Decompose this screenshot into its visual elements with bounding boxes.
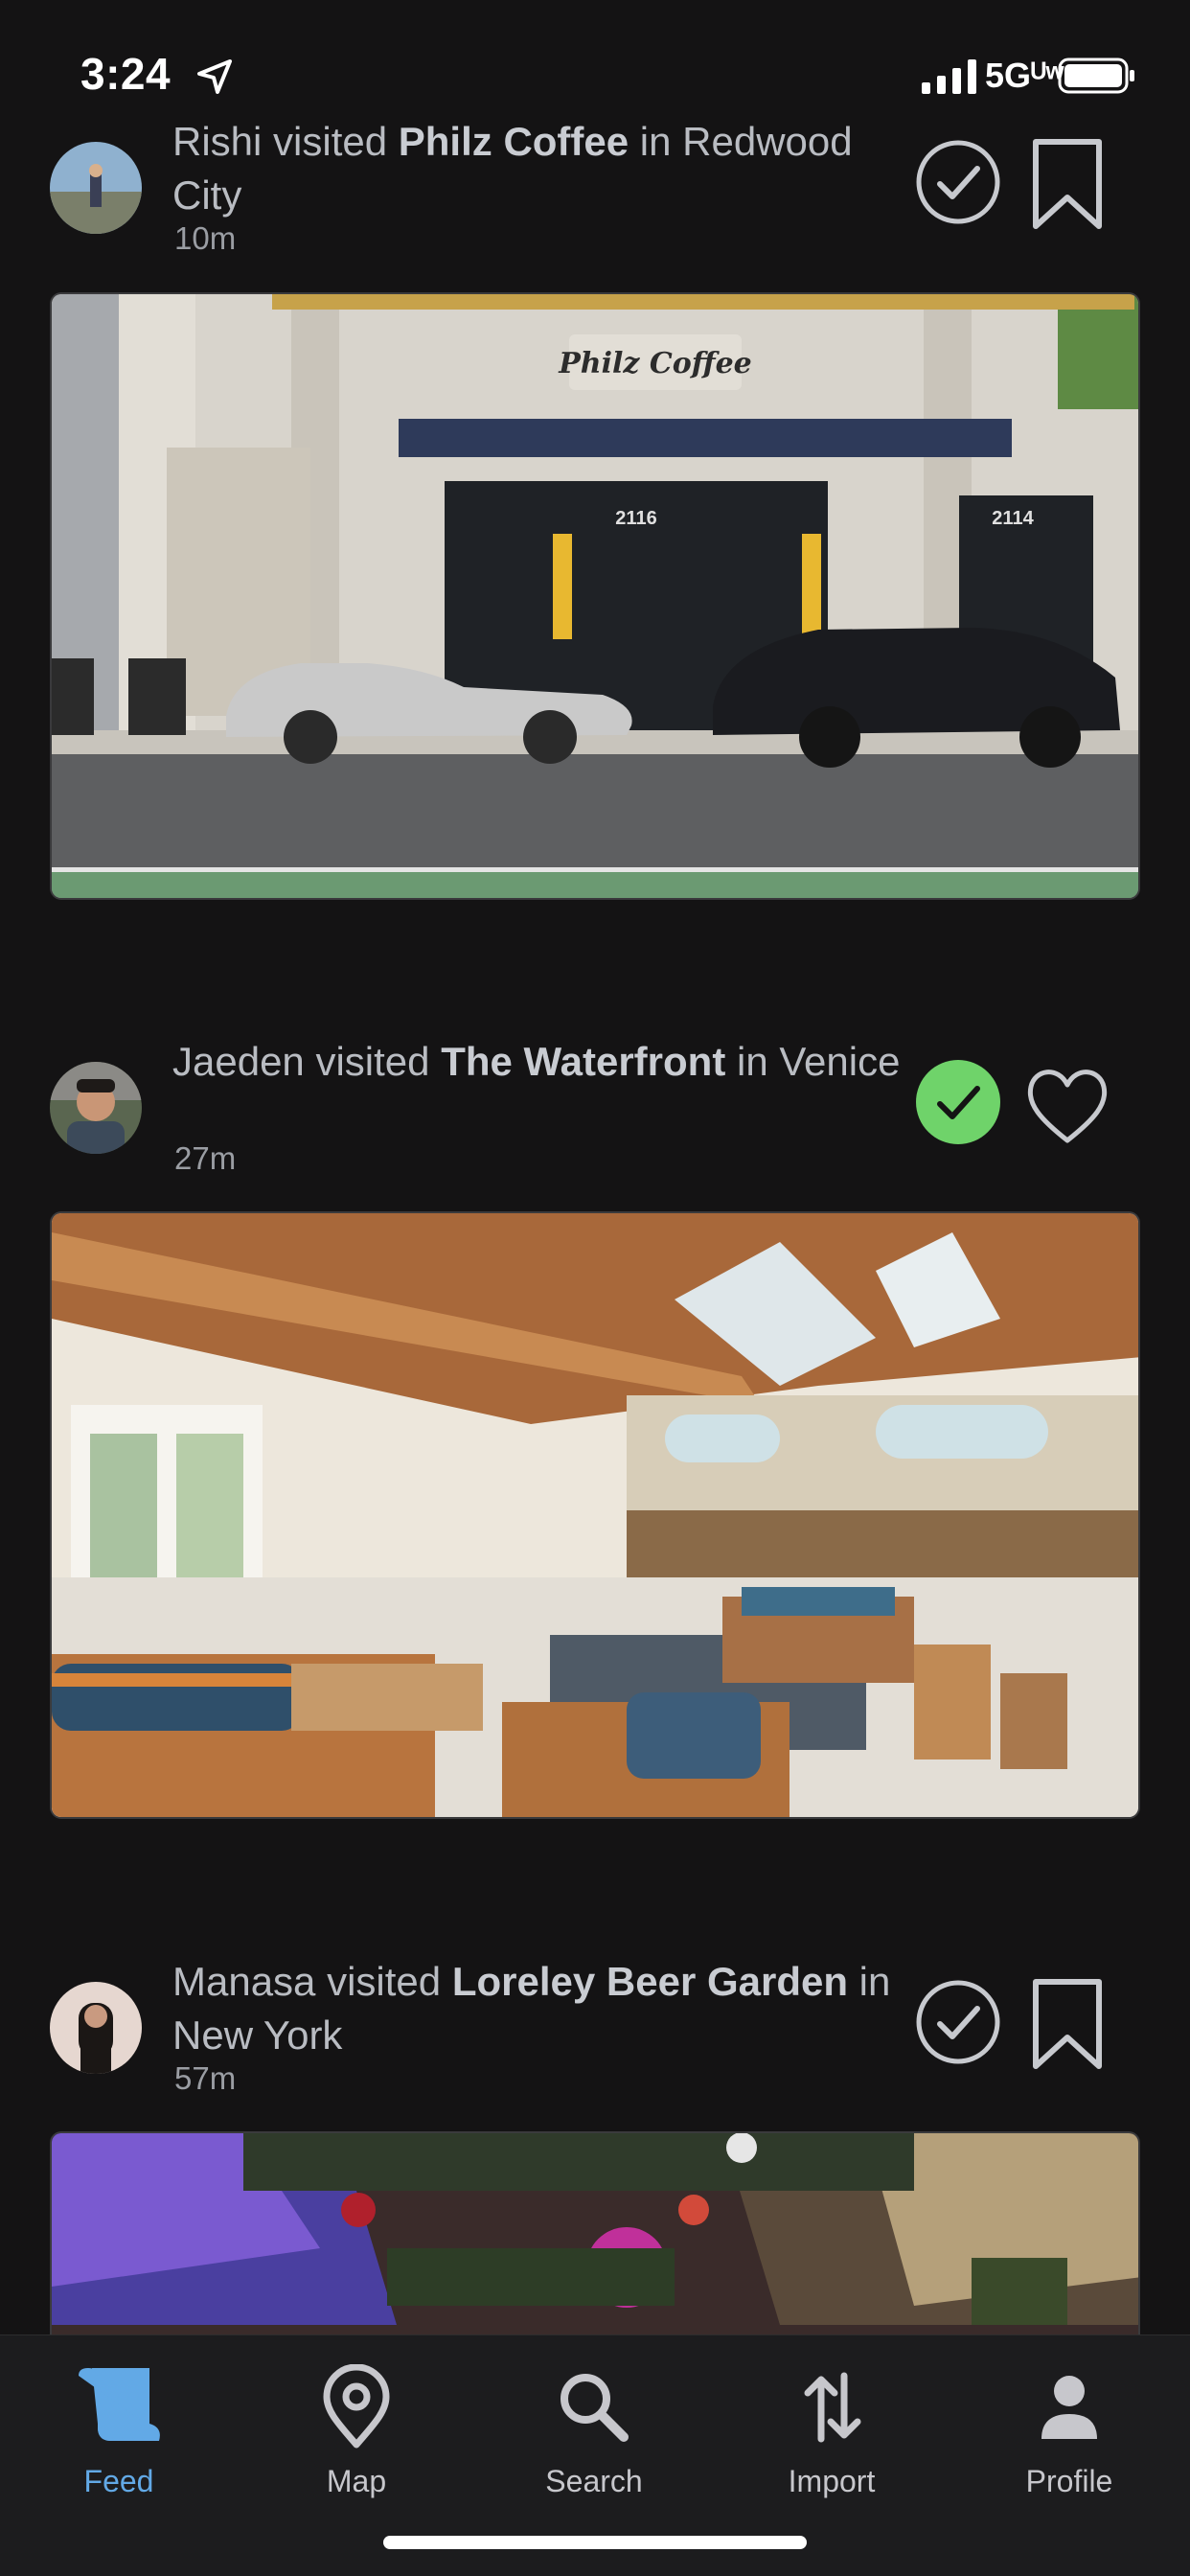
status-bar: 3:24 5Gᵁʷ (0, 0, 1190, 134)
post-verb: visited (273, 119, 388, 164)
post-verb: visited (315, 1039, 430, 1084)
photo-address-left: 2116 (615, 508, 656, 529)
location-arrow-icon (197, 59, 232, 94)
avatar[interactable] (50, 1062, 142, 1154)
post-description: Rishi visited Philz Coffee in Redwood Ci… (172, 115, 901, 222)
network-label: 5Gᵁʷ (985, 56, 1064, 95)
bookmark-icon[interactable] (1021, 1976, 1113, 2072)
import-arrows-icon (804, 2372, 861, 2443)
heart-icon[interactable] (1021, 1058, 1113, 1154)
photo-store-sign: Philz Coffee (558, 347, 752, 380)
tab-import-label: Import (788, 2464, 876, 2498)
battery-icon (1058, 58, 1134, 94)
post-user[interactable]: Manasa (172, 1959, 315, 2004)
post-location: New York (172, 2012, 343, 2058)
home-indicator (383, 2536, 807, 2549)
status-time: 3:24 (80, 49, 172, 99)
visited-check-button[interactable] (914, 138, 1002, 226)
person-icon (1041, 2376, 1097, 2439)
search-icon (561, 2374, 629, 2442)
post-connector: in (639, 119, 672, 164)
post-description: Manasa visited Loreley Beer Garden in Ne… (172, 1955, 901, 2062)
post-place[interactable]: Loreley Beer Garden (452, 1959, 848, 2004)
tab-import[interactable]: Import (736, 2355, 927, 2498)
post-time: 27m (174, 1140, 237, 1176)
tab-map-label: Map (326, 2464, 387, 2498)
tab-search-label: Search (545, 2464, 643, 2498)
post-connector: in (858, 1959, 891, 2004)
cellular-signal-icon (922, 59, 976, 94)
post-time: 10m (174, 220, 237, 256)
tab-feed-label: Feed (83, 2464, 154, 2498)
avatar[interactable] (50, 142, 142, 234)
feed-post-header: Rishi visited Philz Coffee in Redwood Ci… (0, 119, 1190, 268)
post-time: 57m (174, 2060, 237, 2096)
post-connector: in (736, 1039, 768, 1084)
post-place[interactable]: Philz Coffee (399, 119, 629, 164)
post-user[interactable]: Jaeden (172, 1039, 305, 1084)
bookmark-icon[interactable] (1021, 136, 1113, 232)
photo-address-right: 2114 (992, 508, 1034, 529)
map-pin-icon (323, 2364, 390, 2449)
tab-search[interactable]: Search (498, 2355, 690, 2498)
post-photo[interactable] (50, 1211, 1140, 1819)
visited-check-button[interactable] (914, 1978, 1002, 2066)
post-user[interactable]: Rishi (172, 119, 262, 164)
visited-check-button[interactable] (914, 1058, 1002, 1146)
post-photo[interactable]: Philz Coffee 2116 2114 (50, 292, 1140, 900)
tab-map[interactable]: Map (261, 2355, 452, 2498)
feed-post-header: Manasa visited Loreley Beer Garden in Ne… (0, 1959, 1190, 2108)
tab-feed[interactable]: Feed (23, 2355, 215, 2498)
feed-post-header: Jaeden visited The Waterfront in Venice … (0, 1039, 1190, 1188)
tab-profile-label: Profile (1025, 2464, 1113, 2498)
tab-profile[interactable]: Profile (973, 2355, 1165, 2498)
scroll-icon (79, 2368, 160, 2441)
post-description: Jaeden visited The Waterfront in Venice (172, 1035, 901, 1089)
avatar[interactable] (50, 1982, 142, 2074)
post-place[interactable]: The Waterfront (441, 1039, 725, 1084)
post-location: Venice (779, 1039, 901, 1084)
post-verb: visited (327, 1959, 442, 2004)
